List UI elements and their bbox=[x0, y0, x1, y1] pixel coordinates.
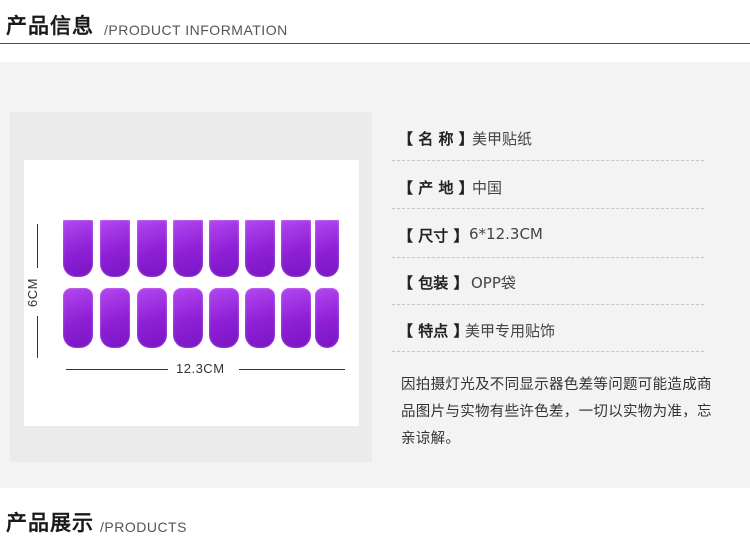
spec-label: 【 产 地 】 bbox=[398, 179, 474, 197]
width-dimension-line bbox=[66, 369, 168, 370]
nail-sticker bbox=[281, 220, 311, 277]
nail-sticker bbox=[137, 288, 167, 348]
nail-sticker bbox=[137, 220, 167, 277]
spec-divider bbox=[392, 160, 704, 161]
nail-sticker bbox=[315, 288, 339, 348]
spec-value: 6*12.3CM bbox=[469, 225, 543, 243]
nail-sticker bbox=[63, 220, 93, 277]
section-title-en: /PRODUCTS bbox=[100, 519, 187, 535]
spec-value: OPP袋 bbox=[471, 274, 516, 292]
spec-label: 【 名 称 】 bbox=[398, 130, 474, 148]
nail-sticker bbox=[100, 288, 130, 348]
products-header: 产品展示 /PRODUCTS bbox=[0, 497, 750, 541]
nail-sticker bbox=[173, 288, 203, 348]
nail-sticker bbox=[100, 220, 130, 277]
height-dimension-label: 6CM bbox=[25, 278, 40, 307]
width-dimension-line bbox=[239, 369, 345, 370]
spec-label: 【 特点 】 bbox=[398, 322, 469, 340]
nail-sticker bbox=[245, 220, 275, 277]
spec-divider bbox=[392, 351, 704, 352]
nail-sticker bbox=[209, 220, 239, 277]
spec-value: 中国 bbox=[472, 179, 503, 197]
height-dimension-line bbox=[37, 316, 38, 358]
header-divider bbox=[0, 43, 750, 44]
width-dimension-label: 12.3CM bbox=[176, 361, 225, 376]
nail-sticker bbox=[63, 288, 93, 348]
spec-value: 美甲贴纸 bbox=[472, 130, 533, 148]
spec-value: 美甲专用贴饰 bbox=[465, 322, 556, 340]
nail-sticker-sheet bbox=[57, 212, 345, 353]
nail-sticker bbox=[173, 220, 203, 277]
spec-divider bbox=[392, 257, 704, 258]
nail-sticker bbox=[315, 220, 339, 277]
nail-sticker bbox=[245, 288, 275, 348]
spec-divider bbox=[392, 208, 704, 209]
spec-divider bbox=[392, 304, 704, 305]
nail-sticker bbox=[209, 288, 239, 348]
section-title-en: /PRODUCT INFORMATION bbox=[104, 22, 288, 38]
product-information-header: 产品信息 /PRODUCT INFORMATION bbox=[0, 0, 750, 44]
color-disclaimer-note: 因拍摄灯光及不同显示器色差等问题可能造成商品图片与实物有些许色差，一切以实物为准… bbox=[401, 377, 712, 447]
section-title-cn: 产品信息 bbox=[6, 13, 94, 38]
spec-label: 【 尺寸 】 bbox=[398, 227, 469, 245]
nail-sticker bbox=[281, 288, 311, 348]
spec-label: 【 包装 】 bbox=[398, 274, 469, 292]
height-dimension-line bbox=[37, 224, 38, 268]
section-title-cn: 产品展示 bbox=[6, 510, 94, 535]
